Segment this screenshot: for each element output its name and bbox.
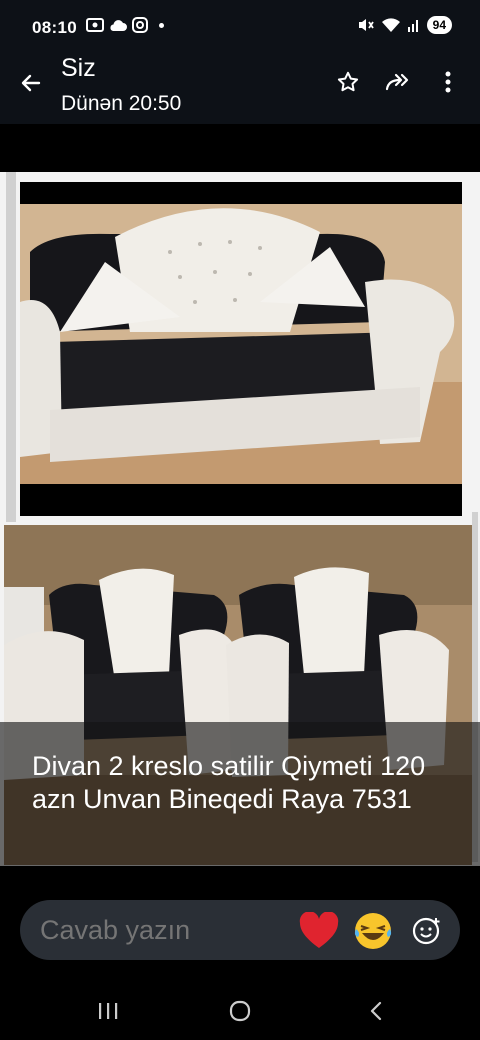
heart-icon [299,912,339,948]
status-time: 08:10 [32,18,77,37]
forward-button[interactable] [378,64,418,100]
back-nav-button[interactable] [356,996,396,1026]
add-reaction-button[interactable] [406,910,448,952]
header-actions [328,64,468,100]
more-notifications-icon [159,22,164,28]
signal-icon [407,20,418,32]
sofa-image [20,204,462,516]
home-icon [229,1000,251,1022]
battery-indicator: 94 [426,16,452,34]
add-emoji-icon [412,917,440,945]
reply-bar [20,900,460,960]
reply-input[interactable] [40,915,280,946]
recent-apps-button[interactable] [88,996,128,1026]
caption-text: Divan 2 kreslo satilir Qiymeti 120 azn U… [32,751,426,814]
forward-icon [385,73,409,91]
star-icon [337,71,359,92]
status-notification-icons [86,17,164,33]
left-edge-strip [6,172,16,522]
laugh-reaction-button[interactable] [352,910,394,952]
system-nav-bar [0,984,480,1040]
status-system-icons: 94 [357,16,452,34]
post-timestamp: Dünən 20:50 [61,92,182,115]
sofa-photo [20,182,462,516]
back-button[interactable] [14,66,48,100]
recents-icon [99,1003,118,1019]
more-vert-icon [445,71,451,93]
star-button[interactable] [328,64,368,100]
screen-record-icon [86,18,104,32]
laughing-emoji-icon [354,913,392,949]
story-header: Siz Dünən 20:50 [0,52,480,124]
cloud-icon [110,20,127,31]
status-bar: 08:10 94 [0,0,480,52]
sender-name: Siz [61,54,96,82]
more-options-button[interactable] [428,64,468,100]
back-arrow-icon [21,74,41,92]
home-button[interactable] [220,996,260,1026]
wifi-icon [381,18,400,32]
heart-reaction-button[interactable] [298,910,340,952]
mute-icon [358,19,374,31]
caption-overlay: Divan 2 kreslo satilir Qiymeti 120 azn U… [0,722,480,866]
instagram-icon [132,17,148,33]
back-chevron-icon [370,1001,382,1021]
